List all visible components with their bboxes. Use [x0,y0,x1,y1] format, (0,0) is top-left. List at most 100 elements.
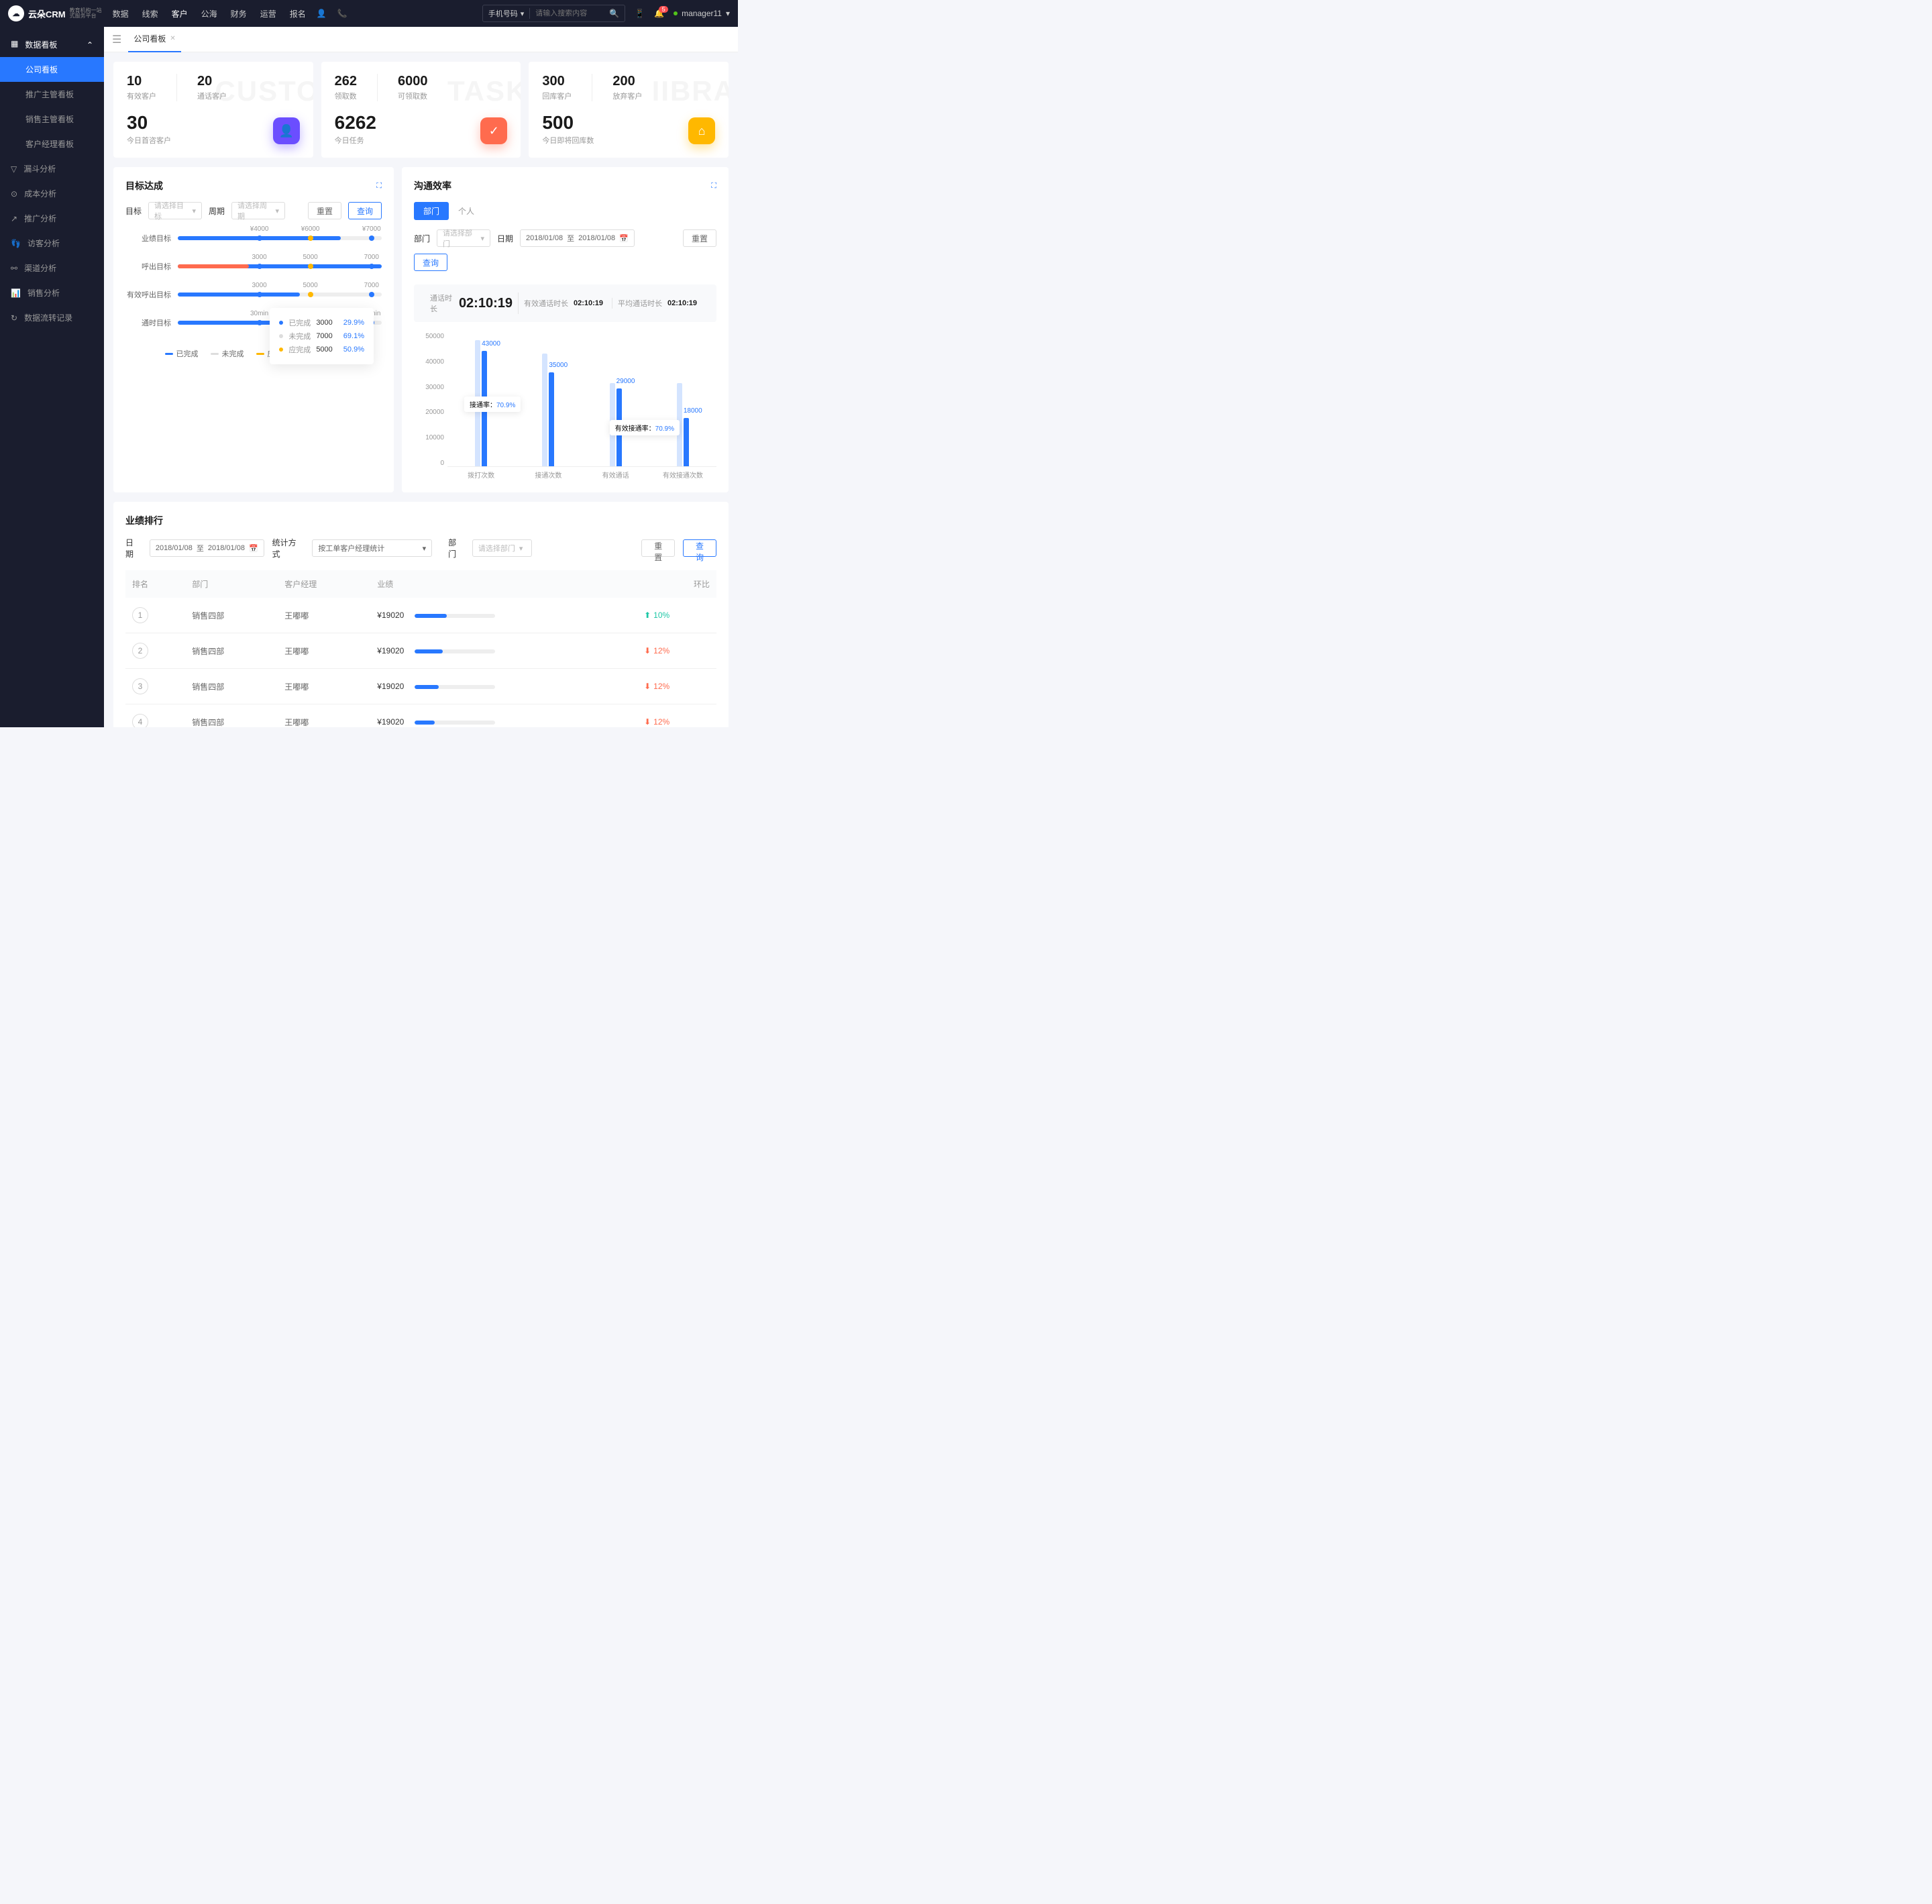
phone-icon[interactable]: 📞 [337,9,347,18]
sidebar-sub[interactable]: 客户经理看板 [0,131,104,156]
tab-person[interactable]: 个人 [449,202,484,220]
goal-select[interactable]: 请选择目标▾ [148,202,202,219]
comm-query-button[interactable]: 查询 [414,254,447,271]
panel-ranking: 业绩排行 日期 2018/01/08至2018/01/08📅 统计方式 按工单客… [113,502,729,727]
logo-icon: ☁ [8,5,24,21]
comm-date-range[interactable]: 2018/01/08至2018/01/08📅 [520,229,635,247]
table-row: 2销售四部王嘟嘟¥19020⬇12% [125,633,716,669]
table-row: 4销售四部王嘟嘟¥19020⬇12% [125,704,716,728]
nav-公海[interactable]: 公海 [201,8,217,19]
user-icon[interactable]: 👤 [317,9,327,18]
ranking-table: 排名部门客户经理业绩环比 1销售四部王嘟嘟¥19020⬆10%2销售四部王嘟嘟¥… [125,570,716,727]
query-button[interactable]: 查询 [348,202,382,219]
sidebar-sub[interactable]: 销售主管看板 [0,107,104,131]
target-tooltip: 已完成300029.9%未完成700069.1%应完成500050.9% [270,308,374,364]
close-icon[interactable]: ✕ [170,35,175,42]
expand-icon[interactable]: ⛶ [376,182,382,191]
nav-报名[interactable]: 报名 [290,8,306,19]
bell-icon[interactable]: 🔔5 [654,9,664,18]
search-icon[interactable]: 🔍 [604,9,625,18]
panel-targets: 目标达成 ⛶ 目标 请选择目标▾ 周期 请选择周期▾ 重置 查询 业绩目标¥40… [113,167,394,492]
rank-date-range[interactable]: 2018/01/08至2018/01/08📅 [150,539,264,557]
logo: ☁ 云朵CRM 教育机构一站 式服务平台 [8,5,102,21]
nav-客户[interactable]: 客户 [172,8,188,19]
side-icon: ▽ [11,164,17,174]
period-select[interactable]: 请选择周期▾ [231,202,285,219]
sidebar-item[interactable]: ↻数据流转记录 [0,305,104,330]
table-row: 3销售四部王嘟嘟¥19020⬇12% [125,669,716,704]
nav-items: 数据 线索 客户 公海 财务 运营 报名 [113,8,306,19]
chevron-up-icon: ⌃ [87,40,93,50]
rank-date-label: 日期 [125,537,142,560]
nav-数据[interactable]: 数据 [113,8,129,19]
ranking-title: 业绩排行 [125,514,163,527]
nav-线索[interactable]: 线索 [142,8,158,19]
status-dot [674,11,678,15]
sidebar-item[interactable]: 📊销售分析 [0,280,104,305]
comm-reset-button[interactable]: 重置 [683,229,716,247]
nav-财务[interactable]: 财务 [231,8,247,19]
reset-button[interactable]: 重置 [308,202,341,219]
rank-dept-label: 部门 [448,537,464,560]
tab-bar: ☰ 公司看板 ✕ [104,27,738,52]
rank-stat-select[interactable]: 按工单客户经理统计▾ [312,539,432,557]
side-icon: ↗ [11,214,17,223]
sidebar-sub[interactable]: 推广主管看板 [0,82,104,107]
goal-label: 目标 [125,205,142,217]
hamburger-icon[interactable]: ☰ [112,33,121,46]
mobile-icon[interactable]: 📱 [635,9,645,18]
side-icon: 👣 [11,239,21,248]
stat-card: CUSTO10有效客户20通话客户30今日首咨客户👤 [113,62,313,158]
sidebar-item[interactable]: ↗推广分析 [0,206,104,231]
sidebar-sub[interactable]: 公司看板 [0,57,104,82]
arrow-down-icon: ⬇ [644,682,651,691]
bar-group: 35000接通次数 [521,354,575,466]
chart-tooltip: 有效接通率：70.9% [610,420,680,435]
side-icon: ↻ [11,313,17,323]
sidebar-item[interactable]: ▽漏斗分析 [0,156,104,181]
table-header: 客户经理 [278,570,370,598]
comm-dept-select[interactable]: 请选择部门▾ [437,229,490,247]
rank-dept-select[interactable]: 请选择部门▾ [472,539,532,557]
stat-card: IIBRA300回库客户200放弃客户500今日即将回库数⌂ [529,62,729,158]
targets-title: 目标达成 [125,179,163,193]
table-header: 排名 [125,570,185,598]
nav-运营[interactable]: 运营 [260,8,276,19]
user-menu[interactable]: manager11 ▾ [674,9,730,18]
comm-dept-label: 部门 [414,233,430,244]
legend-item: 已完成 [165,348,199,359]
table-header: 业绩 [370,570,637,598]
bar-chart: 50000400003000020000100000 接通率：70.9% 有效接… [414,333,716,480]
search-type-select[interactable]: 手机号码▾ [483,8,531,19]
notif-badge: 5 [659,6,668,13]
sidebar-item[interactable]: ⚯渠道分析 [0,256,104,280]
comm-title: 沟通效率 [414,179,451,193]
sidebar-item[interactable]: ⊙成本分析 [0,181,104,206]
arrow-down-icon: ⬇ [644,646,651,655]
tab-dept[interactable]: 部门 [414,202,449,220]
target-row: 有效呼出目标300050007000 [125,289,382,300]
rank-reset-button[interactable]: 重置 [641,539,675,557]
sidebar-header[interactable]: ▦数据看板 ⌃ [0,32,104,57]
chart-tooltip: 接通率：70.9% [464,396,521,412]
arrow-up-icon: ⬆ [644,611,651,620]
tab-company[interactable]: 公司看板 ✕ [128,27,180,52]
table-header: 部门 [185,570,278,598]
legend-item: 未完成 [211,348,244,359]
user-name: manager11 [682,9,722,18]
target-row: 业绩目标¥4000¥6000¥7000 [125,233,382,244]
period-label: 周期 [209,205,225,217]
sidebar: ▦数据看板 ⌃ 公司看板推广主管看板销售主管看板客户经理看板 ▽漏斗分析⊙成本分… [0,27,104,727]
side-icon: 📊 [11,288,21,298]
side-icon: ⚯ [11,264,17,273]
logo-sub2: 式服务平台 [70,13,102,19]
expand-icon[interactable]: ⛶ [711,182,716,191]
search-group: 手机号码▾ 🔍 [482,5,625,22]
chevron-down-icon: ▾ [726,9,730,18]
search-input[interactable] [530,9,604,17]
rank-query-button[interactable]: 查询 [683,539,716,557]
sidebar-item[interactable]: 👣访客分析 [0,231,104,256]
call-stat: 平均通话时长02:10:19 [612,298,706,309]
calendar-icon: 📅 [249,544,258,553]
arrow-down-icon: ⬇ [644,717,651,727]
